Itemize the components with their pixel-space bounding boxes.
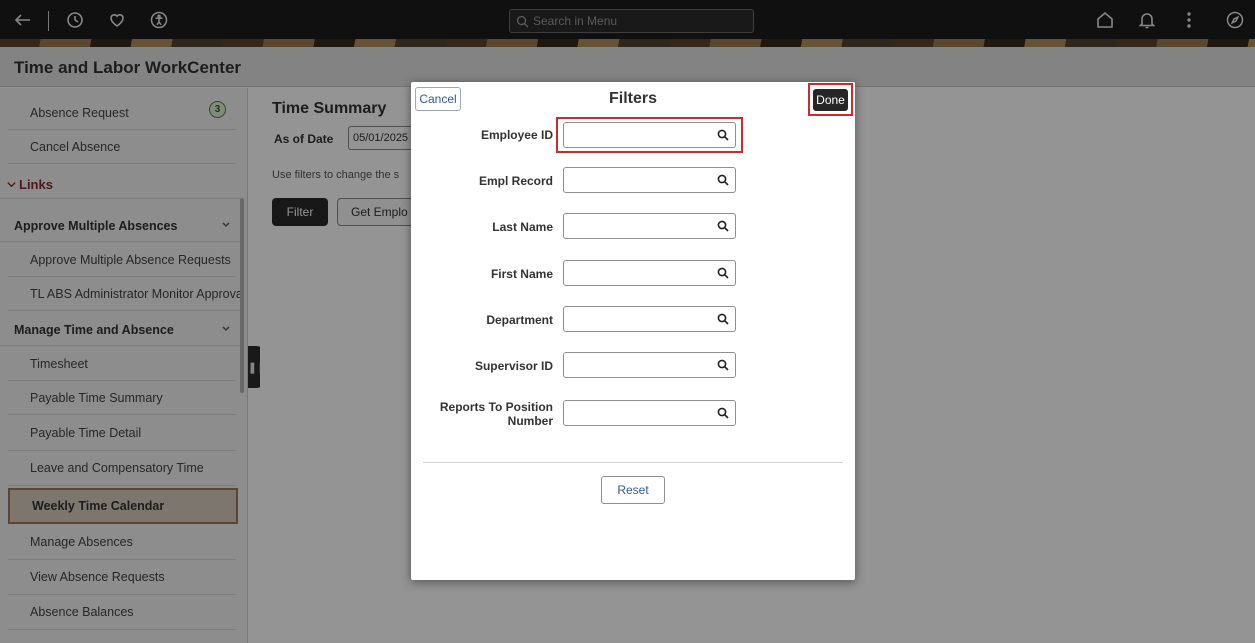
filters-dialog: Cancel Filters Done Employee ID Empl Rec…: [411, 82, 855, 580]
supervisor-id-label: Supervisor ID: [474, 359, 553, 373]
reports-to-position-number-input[interactable]: [563, 400, 736, 426]
search-icon[interactable]: [717, 313, 729, 325]
reset-button[interactable]: Reset: [601, 476, 665, 504]
reports-to-position-label: Reports To Position Number: [413, 400, 553, 428]
first-name-label: First Name: [490, 267, 553, 281]
department-label: Department: [486, 313, 553, 327]
empl-record-input[interactable]: [563, 167, 736, 193]
empl-record-label: Empl Record: [478, 174, 553, 188]
employee-id-highlight-box: [556, 117, 743, 153]
done-button[interactable]: Done: [813, 89, 848, 111]
dialog-divider: [423, 462, 843, 463]
supervisor-id-input[interactable]: [563, 352, 736, 378]
dialog-title: Filters: [608, 90, 657, 107]
done-highlight-box: Done: [808, 83, 853, 116]
search-icon[interactable]: [717, 174, 729, 186]
search-icon[interactable]: [717, 407, 729, 419]
search-icon[interactable]: [717, 359, 729, 371]
last-name-input[interactable]: [563, 213, 736, 239]
last-name-label: Last Name: [492, 220, 553, 234]
employee-id-label: Employee ID: [480, 128, 553, 142]
reports-to-position-label-line1: Reports To Position: [439, 400, 553, 414]
search-icon[interactable]: [717, 267, 729, 279]
search-icon[interactable]: [717, 220, 729, 232]
first-name-input[interactable]: [563, 260, 736, 286]
department-input[interactable]: [563, 306, 736, 332]
reports-to-position-label-line2: Number: [507, 414, 553, 428]
